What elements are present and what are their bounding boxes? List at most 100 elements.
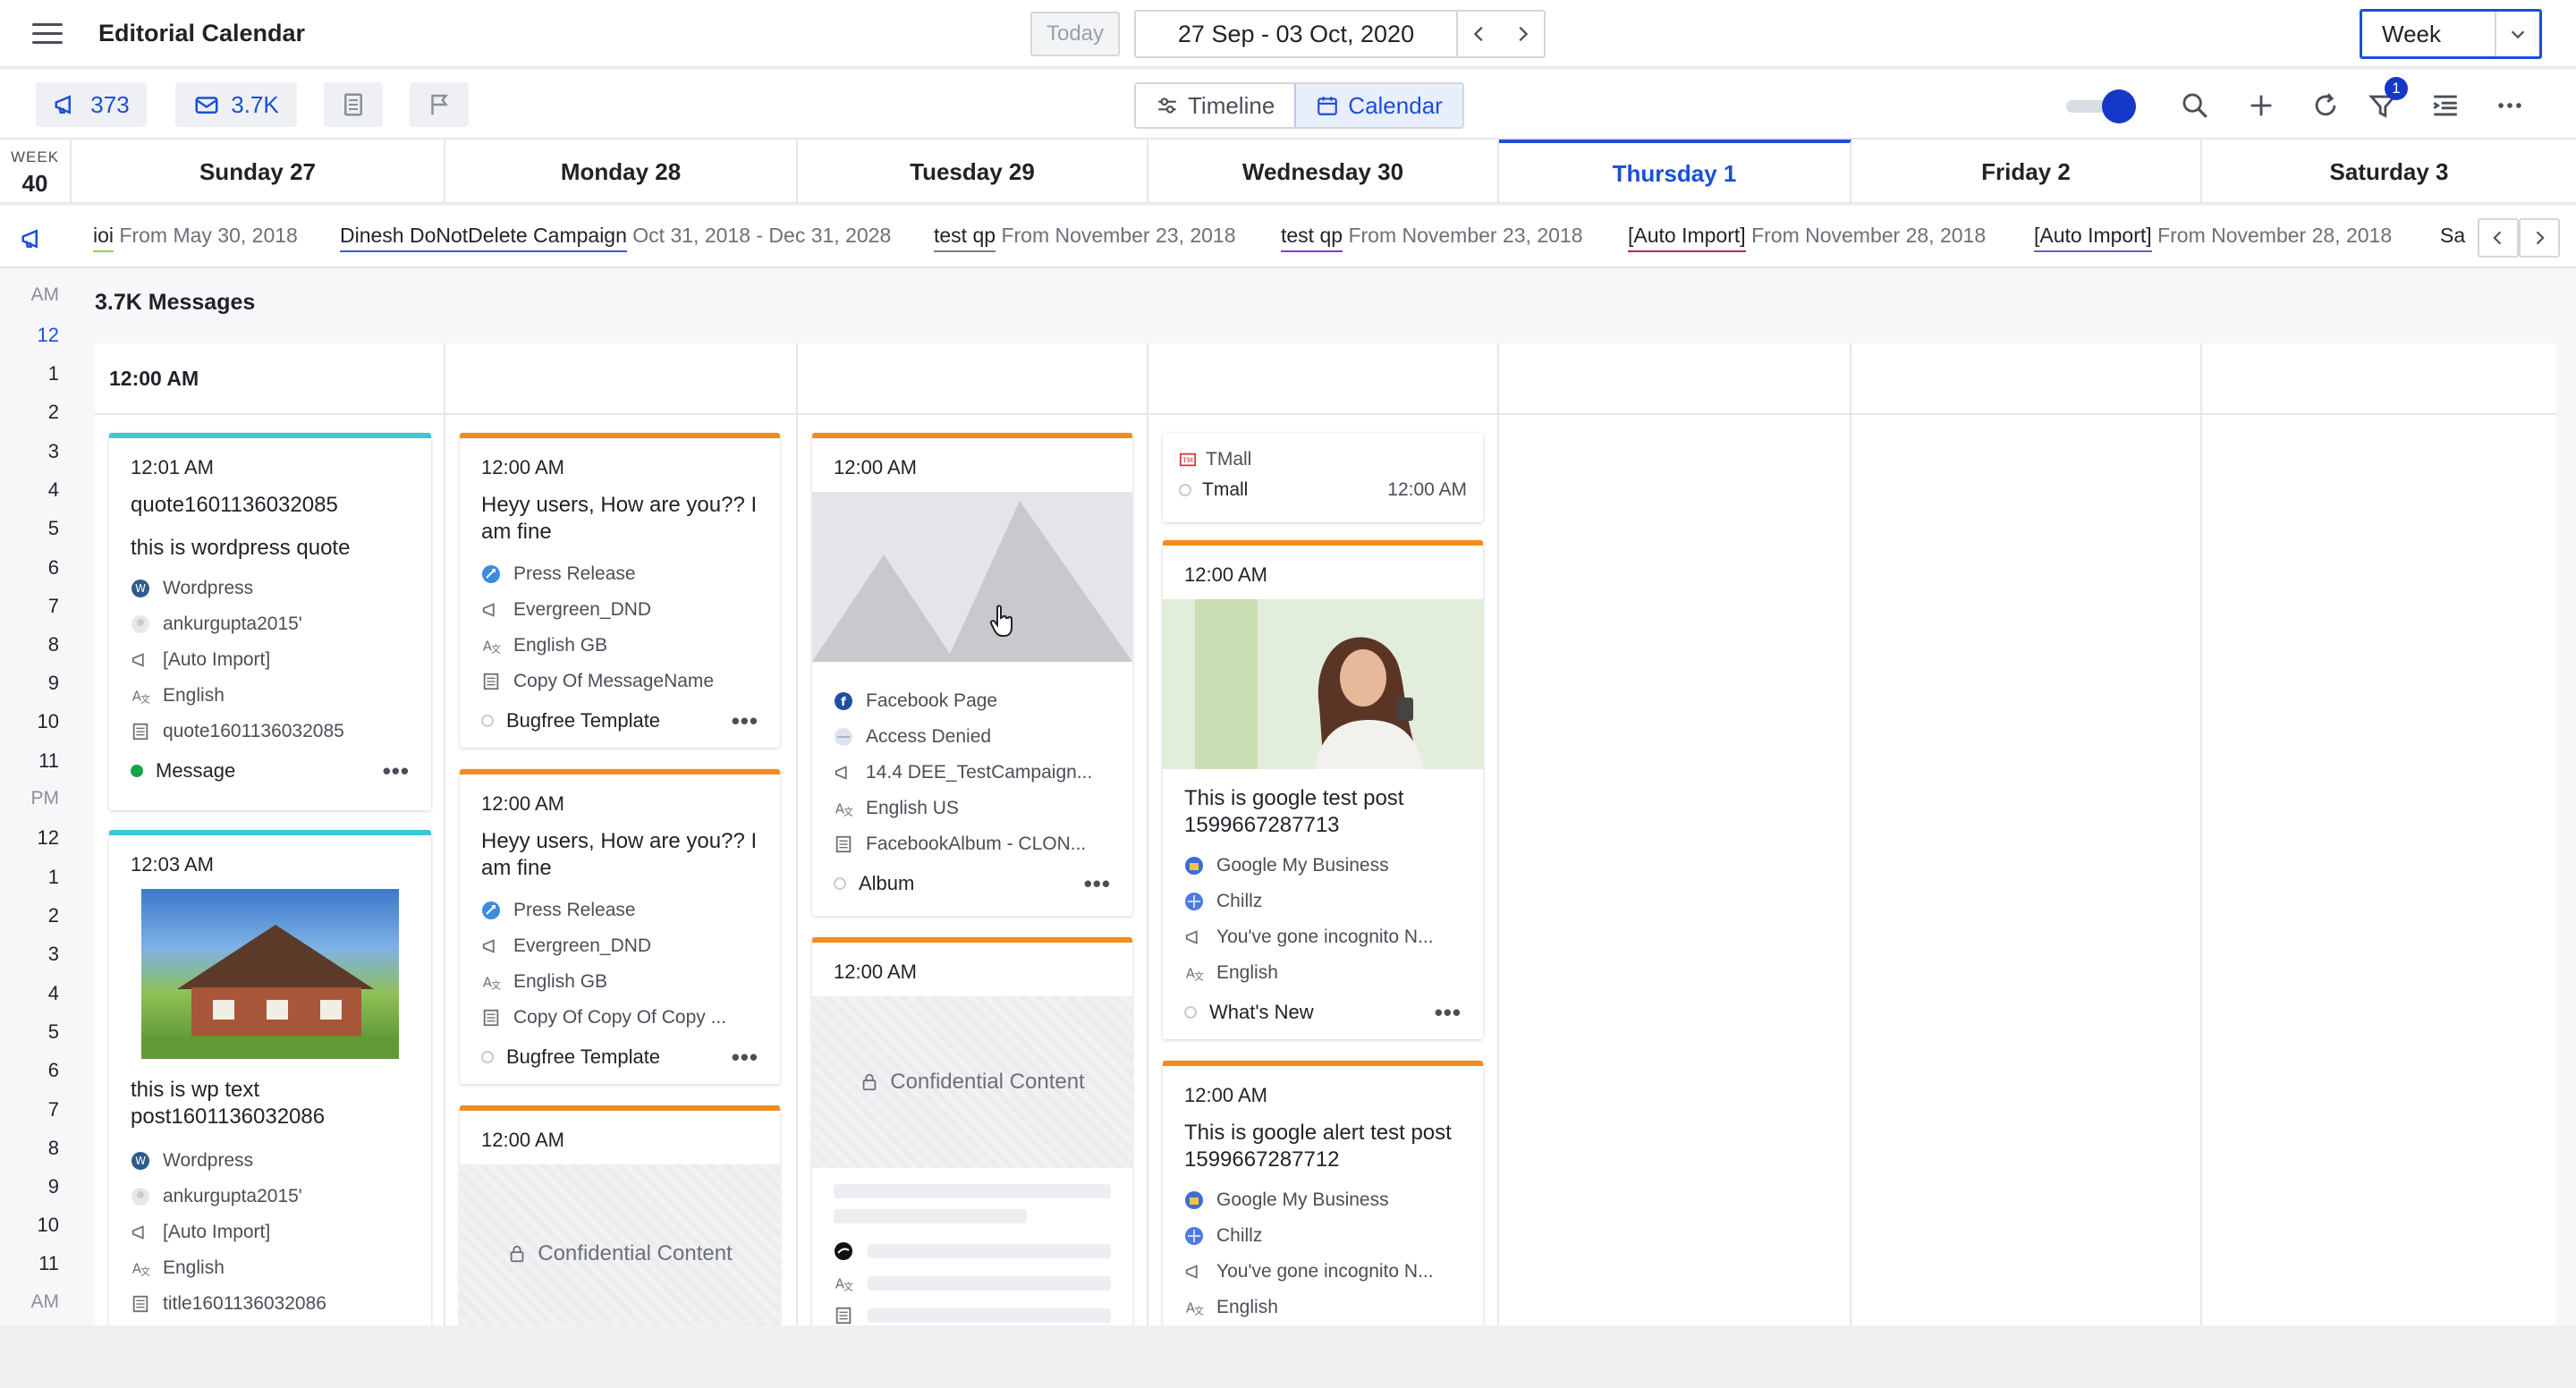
card-time: 12:00 AM [1184, 563, 1267, 586]
campaign-item[interactable]: test qp From November 23, 2018 [1281, 224, 1583, 252]
message-count: 3.7K [231, 90, 279, 118]
campaign-item[interactable]: [Auto Import] From November 28, 2018 [1628, 224, 1986, 252]
campaign-next-button[interactable] [2519, 218, 2560, 258]
more-icon[interactable]: ••• [732, 707, 758, 735]
message-card[interactable]: 12:00 AM f Facebook Page Access Denied 14… [812, 433, 1132, 916]
card-image [141, 889, 399, 1059]
card-account: Chillz [1184, 884, 1462, 919]
message-card[interactable]: 12:00 AM Heyy users, How are you?? I am … [460, 433, 780, 748]
prev-week-button[interactable] [1458, 12, 1501, 56]
google-my-business-icon [1184, 856, 1204, 876]
refresh-icon[interactable] [2309, 89, 2342, 122]
megaphone-icon [131, 650, 150, 670]
flag-icon [431, 94, 448, 115]
view-select[interactable]: Week [2360, 9, 2542, 59]
hour-label: 9 [47, 672, 59, 694]
message-card[interactable]: 12:00 AM Heyy users, How are you?? I am … [460, 769, 780, 1084]
day-header-wednesday[interactable]: Wednesday 30 [1148, 140, 1499, 204]
view-mode-toggle: Timeline Calendar [1134, 82, 1464, 129]
day-column-saturday[interactable] [2202, 343, 2556, 1327]
toggle-switch[interactable] [2066, 89, 2136, 123]
campaign-prev-button[interactable] [2478, 218, 2519, 258]
hour-label: 9 [47, 1175, 59, 1198]
day-header-friday[interactable]: Friday 2 [1852, 140, 2202, 204]
card-time: 12:00 AM [1387, 479, 1467, 500]
megaphone-icon [481, 600, 501, 620]
image-placeholder [812, 492, 1132, 662]
hamburger-icon[interactable] [32, 23, 63, 45]
message-card[interactable]: TM TMall Tmall 12:00 AM [1163, 433, 1483, 522]
flag-button[interactable] [410, 82, 469, 127]
search-icon[interactable] [2179, 89, 2211, 122]
card-account: Access Denied [834, 719, 1111, 755]
document-icon [481, 1008, 501, 1028]
campaign-item[interactable]: test qp From November 23, 2018 [934, 224, 1236, 252]
card-title: this is wp text post1601136032086 [131, 1078, 326, 1129]
card-name: Copy Of Copy Of Copy ... [481, 1000, 758, 1036]
press-release-icon [481, 901, 501, 920]
card-time: 12:00 AM [481, 456, 564, 478]
card-title: Heyy users, How are you?? I am fine [481, 829, 758, 880]
day-header-thursday[interactable]: Thursday 1 [1499, 140, 1852, 204]
card-account: ankurgupta2015' [131, 606, 410, 642]
hour-label: AM [30, 1291, 60, 1312]
day-header-saturday[interactable]: Saturday 3 [2202, 140, 2576, 204]
user-icon [131, 614, 150, 634]
message-card[interactable]: 12:00 AM This is google alert test post … [1163, 1061, 1483, 1327]
plus-icon[interactable] [2245, 89, 2277, 122]
campaign-strip: ioi From May 30, 2018 Dinesh DoNotDelete… [0, 206, 2576, 268]
card-channel: f Facebook Page [834, 683, 1111, 719]
today-button[interactable]: Today [1030, 12, 1120, 56]
document-icon [835, 1307, 852, 1325]
svg-text:文: 文 [843, 1280, 853, 1292]
card-language: A 文 English [1185, 962, 1278, 983]
calendar-tab[interactable]: Calendar [1294, 84, 1462, 127]
hour-label: 6 [47, 1059, 59, 1081]
card-footer: Bugfree Template ••• [481, 1039, 758, 1075]
campaign-item[interactable]: [Auto Import] From November 28, 2018 [2034, 224, 2392, 252]
message-card[interactable]: 12:00 AM This is google test post 159966… [1163, 540, 1483, 1039]
card-channel: W Wordpress [131, 1143, 410, 1179]
date-range-picker[interactable]: 27 Sep - 03 Oct, 2020 [1134, 10, 1546, 58]
language-icon: A文 [131, 686, 150, 706]
day-column-friday[interactable] [1852, 343, 2202, 1327]
more-icon[interactable]: ••• [1435, 999, 1462, 1027]
campaign-item[interactable]: ioi From May 30, 2018 [93, 224, 298, 252]
document-icon [834, 834, 853, 854]
notes-button[interactable] [324, 82, 383, 127]
message-card[interactable]: 12:00 AM Confidential Content [460, 1105, 780, 1327]
timeline-tab[interactable]: Timeline [1136, 84, 1295, 127]
day-column-thursday[interactable] [1499, 343, 1852, 1327]
card-campaign: [Auto Import] [131, 642, 410, 678]
card-channel: W Wordpress [131, 571, 410, 606]
campaign-item[interactable]: Sa [2440, 224, 2474, 248]
svg-text:f: f [841, 696, 846, 709]
campaign-count-button[interactable]: 373 [36, 82, 147, 127]
tmall-icon: TM [1179, 453, 1197, 467]
day-header-sunday[interactable]: Sunday 27 [72, 140, 445, 204]
hour-label: 10 [37, 1214, 59, 1236]
wordpress-icon: W [131, 579, 150, 598]
status-dot [1179, 484, 1191, 496]
message-count-button[interactable]: 3.7K [175, 82, 297, 127]
campaign-item[interactable]: Dinesh DoNotDelete Campaign Oct 31, 2018… [340, 224, 891, 252]
more-icon[interactable] [2494, 89, 2526, 122]
card-time: 12:00 AM [1184, 1084, 1267, 1106]
next-week-button[interactable] [1501, 12, 1544, 56]
more-icon[interactable]: ••• [732, 1044, 758, 1071]
day-header-monday[interactable]: Monday 28 [445, 140, 798, 204]
list-settings-icon[interactable] [2429, 89, 2462, 122]
message-card[interactable]: 12:00 AM Confidential Content A文 [812, 937, 1132, 1327]
card-campaign: You've gone incognito N... [1184, 1254, 1462, 1290]
wordpress-icon: W [131, 1151, 150, 1171]
more-icon[interactable]: ••• [1084, 870, 1111, 898]
message-card[interactable]: 12:03 AM this is wp text post16011360320… [109, 830, 431, 1327]
date-range-label[interactable]: 27 Sep - 03 Oct, 2020 [1136, 12, 1458, 56]
card-time: 12:01 AM [131, 456, 214, 478]
message-card[interactable]: 12:01 AM quote1601136032085 this is word… [109, 433, 431, 810]
status-dot [131, 765, 143, 777]
more-icon[interactable]: ••• [383, 757, 410, 785]
language-icon: A文 [481, 972, 501, 992]
card-footer: Tmall 12:00 AM [1179, 479, 1467, 501]
day-header-tuesday[interactable]: Tuesday 29 [798, 140, 1148, 204]
